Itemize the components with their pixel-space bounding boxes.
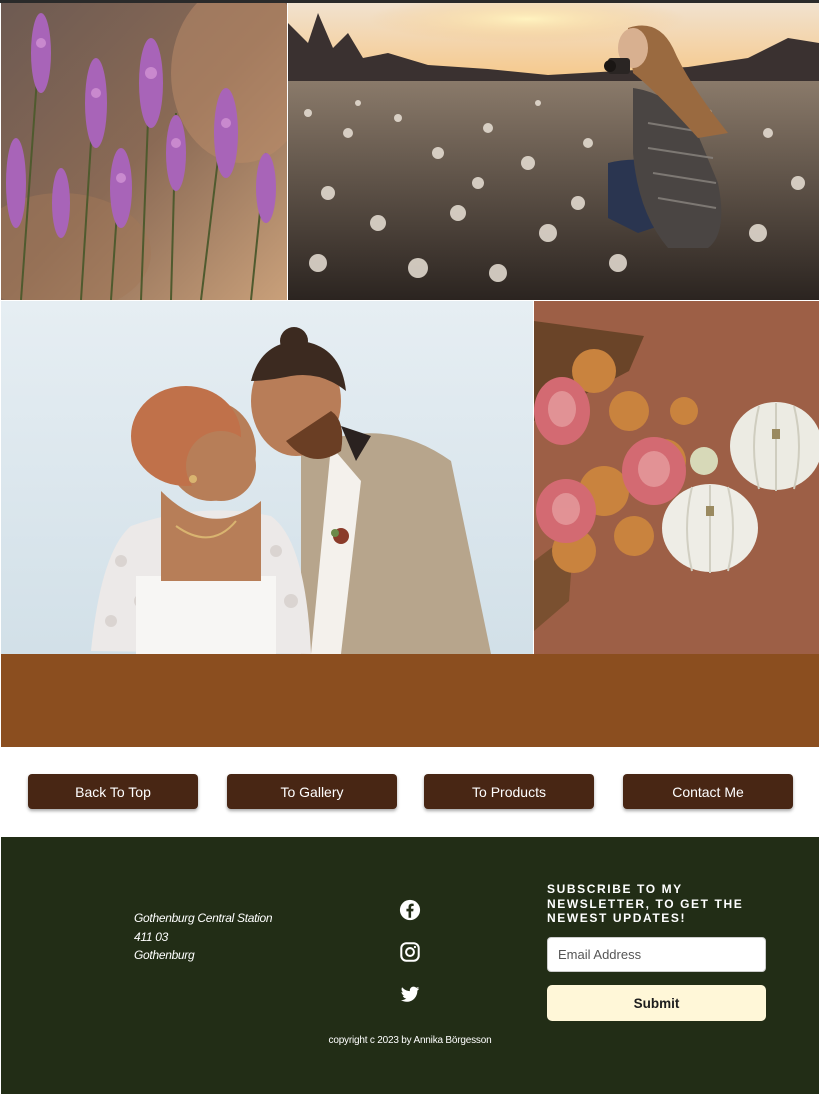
to-gallery-button[interactable]: To Gallery (227, 774, 397, 809)
wedding-couple-photo (1, 301, 533, 654)
navigation-buttons: Back To Top To Gallery To Products Conta… (1, 747, 819, 837)
submit-button[interactable]: Submit (547, 985, 766, 1021)
footer: Gothenburg Central Station 411 03 Gothen… (1, 837, 819, 1094)
copyright-text: copyright c 2023 by Annika Börgesson (328, 1035, 492, 1046)
instagram-icon[interactable] (399, 941, 421, 963)
newsletter-title: Subscribe to my newsletter, to get the n… (547, 882, 744, 925)
back-to-top-button[interactable]: Back To Top (28, 774, 198, 809)
twitter-icon[interactable] (399, 983, 421, 1005)
address-block: Gothenburg Central Station 411 03 Gothen… (134, 909, 273, 965)
to-products-button[interactable]: To Products (424, 774, 594, 809)
contact-me-button[interactable]: Contact Me (623, 774, 793, 809)
address-line-postcode: 411 03 (134, 929, 169, 944)
facebook-icon[interactable] (399, 899, 421, 921)
lavender-photo (1, 3, 287, 300)
accent-band (1, 654, 819, 747)
address-line-city: Gothenburg (134, 948, 195, 962)
pumpkins-photo (534, 301, 819, 654)
dandelion-field-photo (288, 3, 819, 300)
address-line-station: Gothenburg Central Station (134, 911, 273, 925)
email-field[interactable] (547, 937, 766, 972)
